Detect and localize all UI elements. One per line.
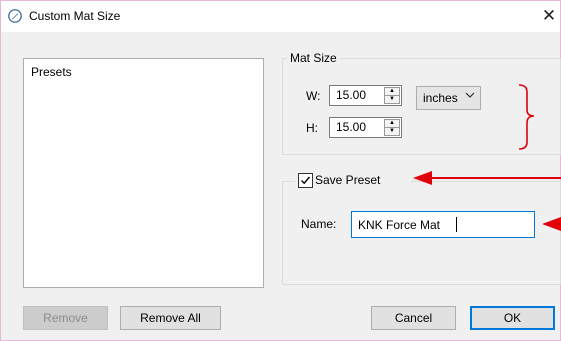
save-preset-arrow [413, 171, 561, 185]
annotation-overlay [413, 84, 561, 231]
mat-size-bracket [518, 84, 535, 150]
name-field-arrow [542, 217, 561, 231]
